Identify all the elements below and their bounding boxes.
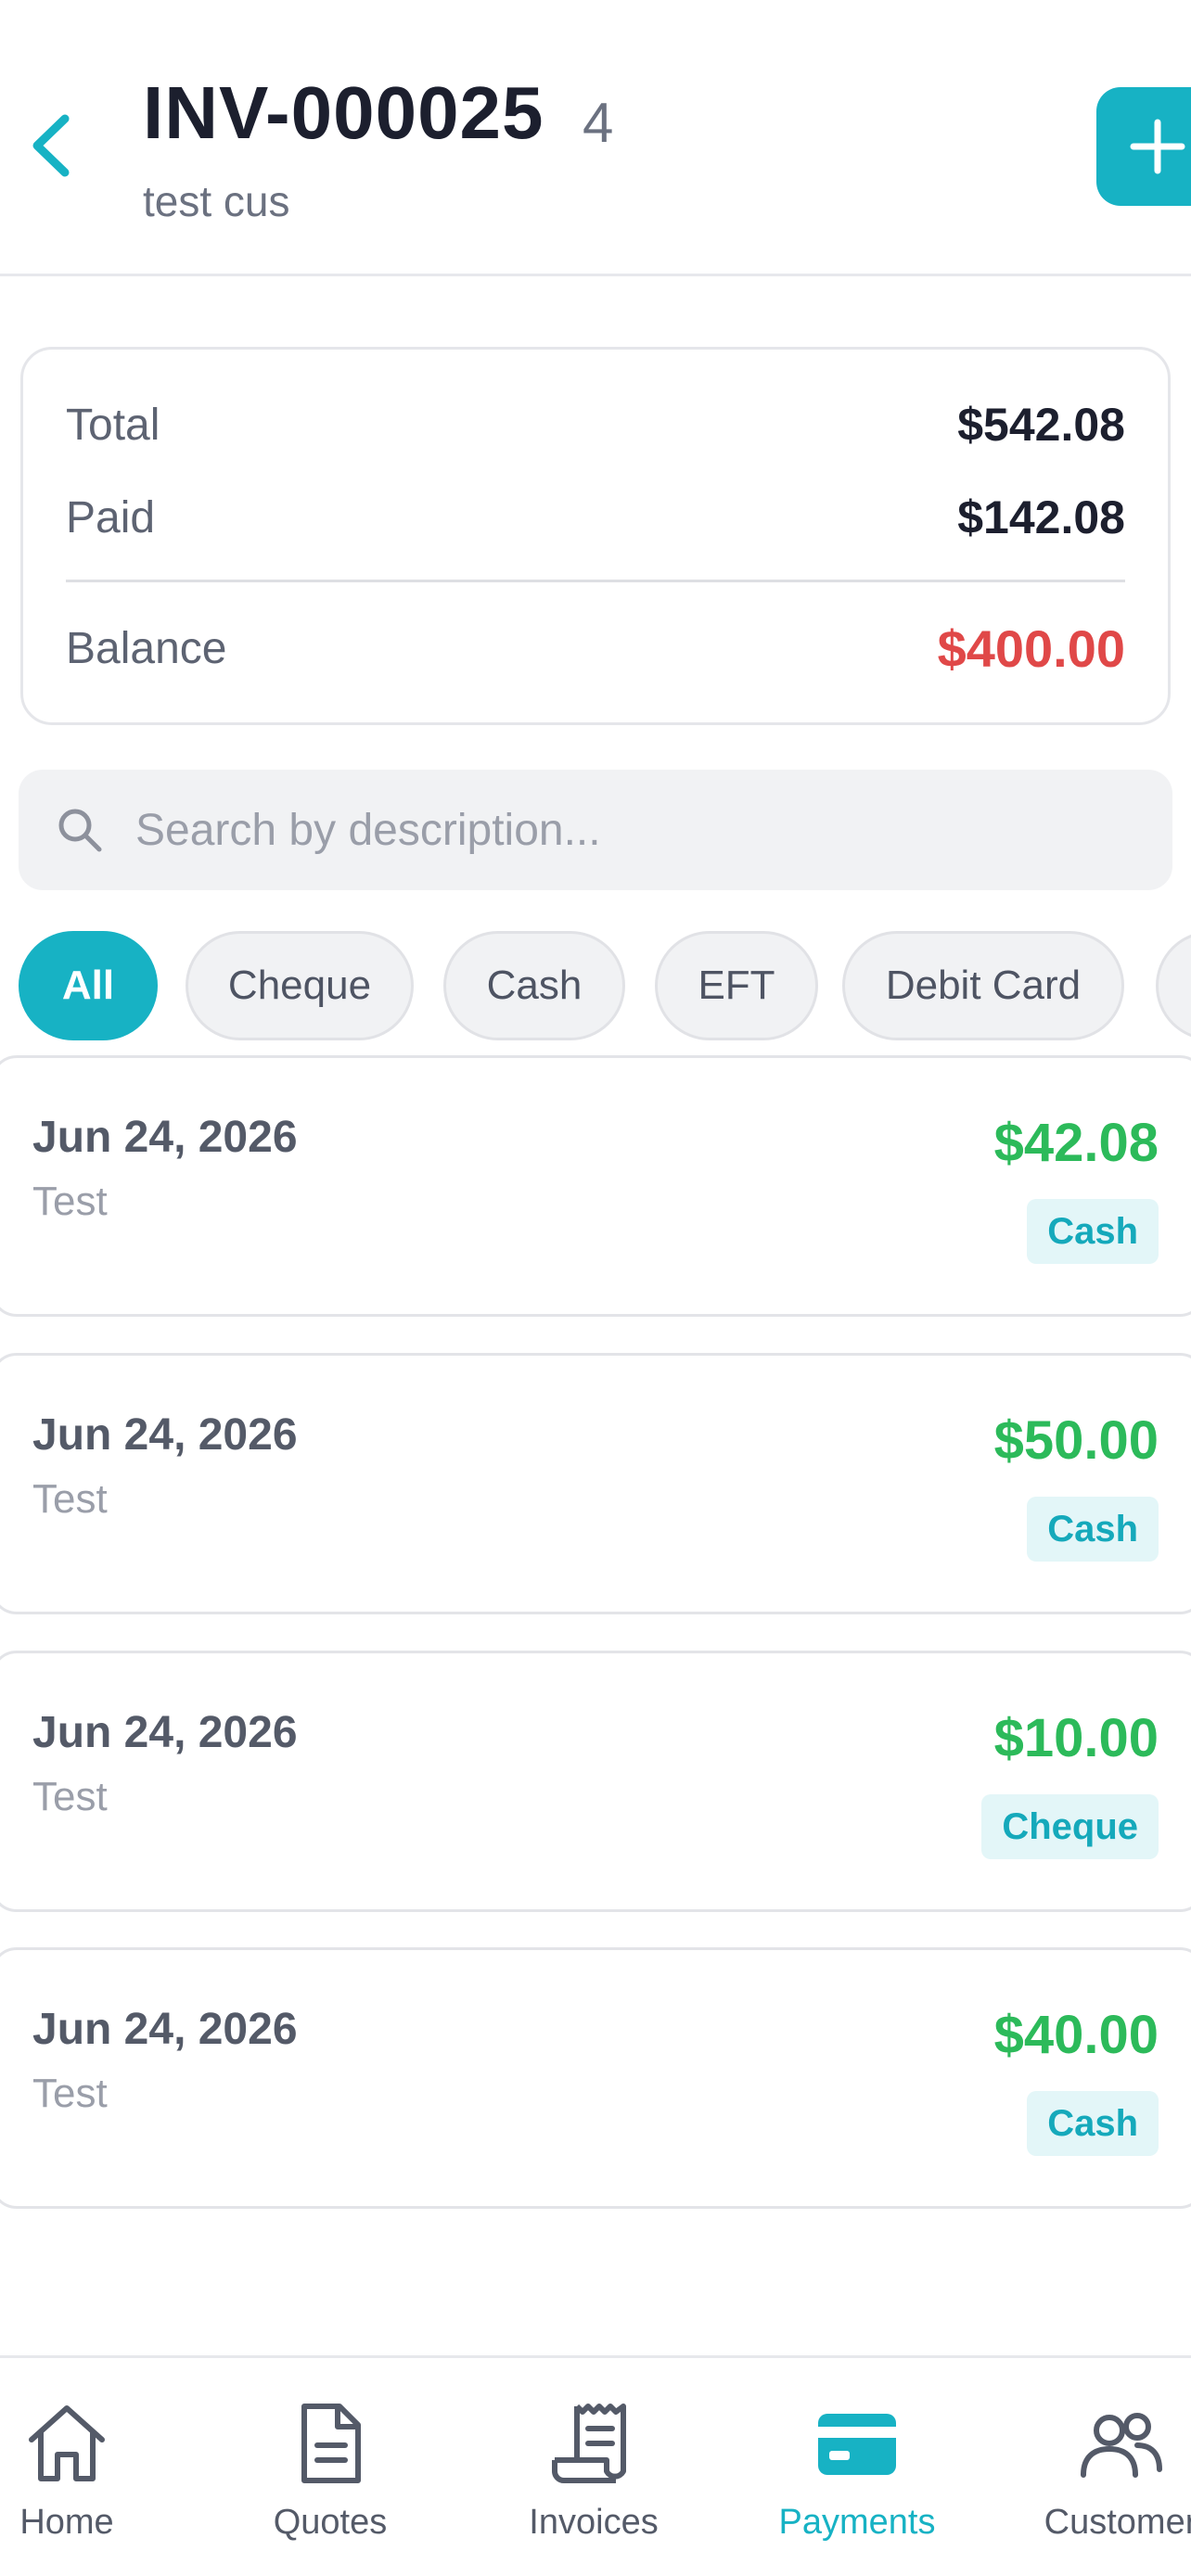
paid-value: $142.08	[957, 491, 1125, 543]
payment-description: Test	[32, 1476, 108, 1522]
payments-screen: INV-000025 4 test cus Total $542.08 Paid…	[0, 0, 1191, 2576]
nav-item-quotes[interactable]: Quotes	[210, 2399, 451, 2543]
payment-method-badge: Cheque	[981, 1794, 1159, 1859]
filter-chip-cash[interactable]: Cash	[443, 931, 625, 1040]
payment-method-badge: Cash	[1027, 1199, 1159, 1264]
filter-chip-more[interactable]	[1156, 931, 1191, 1040]
payment-method-filters: All Cheque Cash EFT Debit Card	[19, 931, 1191, 1042]
invoice-summary-card: Total $542.08 Paid $142.08 Balance $400.…	[20, 347, 1171, 725]
nav-item-customers[interactable]: Customer	[1000, 2399, 1191, 2543]
total-row: Total $542.08	[66, 398, 1125, 452]
payment-date: Jun 24, 2026	[32, 2005, 298, 2054]
app-header: INV-000025 4 test cus	[0, 0, 1191, 276]
payment-amount: $40.00	[993, 2005, 1159, 2065]
payment-row[interactable]: Jun 24, 2026 Test $42.08 Cash	[0, 1055, 1191, 1317]
nav-label-home: Home	[19, 2503, 114, 2542]
payment-description: Test	[32, 2071, 108, 2116]
payment-amount: $42.08	[993, 1113, 1159, 1173]
filter-chip-debit-card[interactable]: Debit Card	[842, 931, 1124, 1040]
payment-amount: $10.00	[993, 1708, 1159, 1768]
payment-description: Test	[32, 1774, 108, 1819]
customer-name: test cus	[143, 177, 290, 225]
nav-item-home[interactable]: Home	[0, 2399, 187, 2543]
document-icon	[286, 2399, 375, 2488]
search-input[interactable]	[135, 804, 1109, 856]
nav-item-invoices[interactable]: Invoices	[473, 2399, 714, 2543]
search-bar	[19, 770, 1172, 890]
plus-icon	[1130, 119, 1185, 174]
nav-label-payments: Payments	[778, 2503, 936, 2542]
payment-method-badge: Cash	[1027, 2091, 1159, 2156]
balance-value: $400.00	[937, 619, 1125, 678]
home-icon	[22, 2399, 111, 2488]
payment-count: 4	[583, 92, 614, 154]
users-icon	[1076, 2399, 1165, 2488]
filter-chip-cheque[interactable]: Cheque	[186, 931, 414, 1040]
payment-method-badge: Cash	[1027, 1497, 1159, 1562]
nav-label-customers: Customer	[1044, 2503, 1191, 2542]
filter-chip-all[interactable]: All	[19, 931, 158, 1040]
bottom-navigation: Home Quotes Invoices Payments Customer	[0, 2355, 1191, 2576]
payment-date: Jun 24, 2026	[32, 1708, 298, 1757]
paid-label: Paid	[66, 492, 156, 542]
total-value: $542.08	[957, 399, 1125, 451]
back-button[interactable]	[17, 104, 83, 187]
payment-row[interactable]: Jun 24, 2026 Test $40.00 Cash	[0, 1947, 1191, 2209]
chevron-left-icon	[32, 114, 70, 177]
page-title: INV-000025	[143, 71, 544, 154]
paid-row: Paid $142.08	[66, 491, 1125, 544]
payment-row[interactable]: Jun 24, 2026 Test $10.00 Cheque	[0, 1651, 1191, 1912]
total-label: Total	[66, 400, 160, 450]
payment-description: Test	[32, 1179, 108, 1224]
summary-divider	[66, 580, 1125, 582]
add-payment-button[interactable]	[1096, 87, 1191, 206]
balance-row: Balance $400.00	[66, 618, 1125, 679]
payment-date: Jun 24, 2026	[32, 1113, 298, 1162]
balance-label: Balance	[66, 624, 227, 673]
credit-card-icon	[813, 2399, 902, 2488]
filter-chip-eft[interactable]: EFT	[655, 931, 818, 1040]
receipt-icon	[549, 2399, 638, 2488]
nav-label-invoices: Invoices	[529, 2503, 659, 2542]
payment-row[interactable]: Jun 24, 2026 Test $50.00 Cash	[0, 1353, 1191, 1614]
nav-label-quotes: Quotes	[273, 2503, 388, 2542]
search-icon	[58, 809, 102, 852]
payment-date: Jun 24, 2026	[32, 1410, 298, 1460]
nav-item-payments[interactable]: Payments	[736, 2399, 978, 2543]
payment-amount: $50.00	[993, 1410, 1159, 1471]
